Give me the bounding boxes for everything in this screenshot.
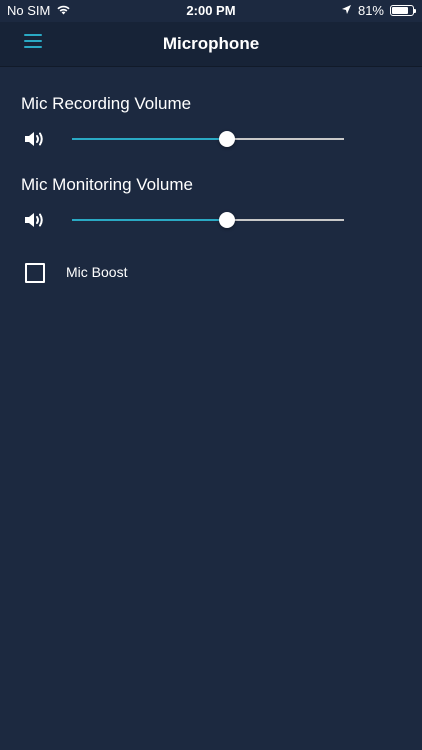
page-title: Microphone	[162, 34, 260, 53]
status-bar: No SIM 2:00 PM 81%	[0, 0, 422, 22]
slider-fill	[72, 219, 228, 221]
navigation-bar: Microphone	[0, 22, 422, 67]
location-arrow-icon	[341, 3, 352, 18]
slider-thumb[interactable]	[219, 131, 236, 147]
speaker-icon	[24, 210, 48, 230]
recording-volume-row	[0, 124, 422, 154]
recording-volume-label: Mic Recording Volume	[21, 94, 192, 113]
speaker-icon	[24, 129, 48, 149]
recording-volume-slider[interactable]	[72, 131, 344, 147]
battery-icon	[390, 5, 416, 16]
mic-boost-row: Mic Boost	[0, 263, 422, 283]
battery-percent: 81%	[357, 3, 384, 18]
slider-thumb[interactable]	[219, 212, 236, 228]
monitoring-volume-row	[0, 205, 422, 235]
status-right: 81%	[341, 3, 416, 18]
slider-fill	[72, 138, 228, 140]
monitoring-volume-slider[interactable]	[72, 212, 344, 228]
mic-boost-checkbox[interactable]	[25, 263, 45, 283]
battery-fill	[392, 7, 409, 14]
mic-boost-label: Mic Boost	[66, 264, 128, 280]
monitoring-volume-label: Mic Monitoring Volume	[21, 175, 193, 194]
